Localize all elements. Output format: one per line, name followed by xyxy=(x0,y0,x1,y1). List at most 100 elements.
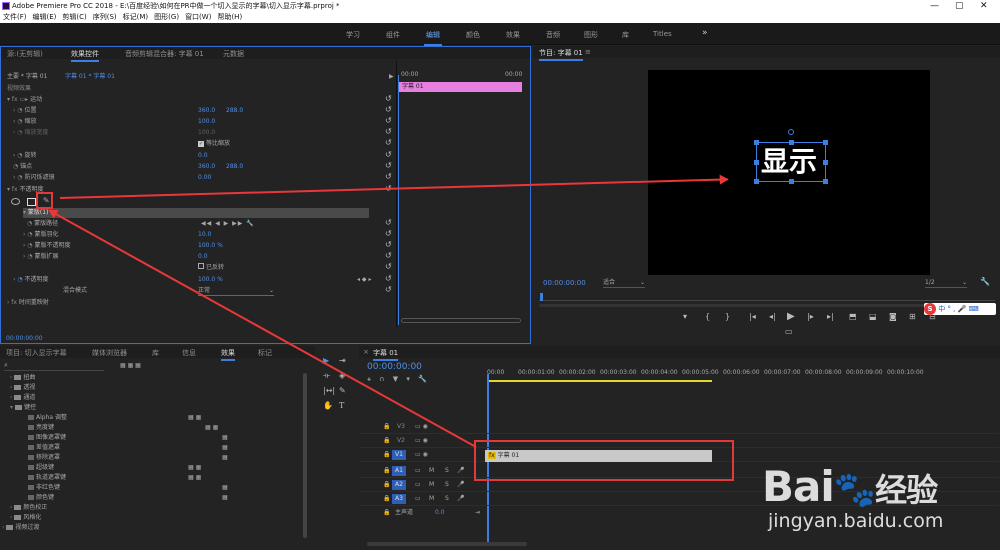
ellipse-mask-icon[interactable] xyxy=(11,198,20,205)
blend-mode-dropdown[interactable]: 正常 ⌄ xyxy=(198,286,274,296)
anchor-y-value[interactable]: 288.0 xyxy=(226,162,243,172)
tab-sequence[interactable]: 字幕 01 xyxy=(373,348,399,361)
menu-sequence[interactable]: 序列(S) xyxy=(90,13,120,21)
voice-over-icon[interactable]: 🎤 xyxy=(457,480,464,490)
reset-icon[interactable]: ↺ xyxy=(385,285,392,294)
menu-window[interactable]: 窗口(W) xyxy=(182,13,214,21)
add-marker-icon[interactable]: ▾ xyxy=(683,312,687,321)
resize-handle[interactable] xyxy=(754,179,759,184)
tab-effect-controls[interactable]: 效果控件 xyxy=(71,49,99,62)
mask-row[interactable]: ▾ 蒙版(1) xyxy=(23,208,369,218)
lock-icon[interactable]: 🔒 xyxy=(383,480,390,490)
caption-text[interactable]: 显示 xyxy=(761,145,817,179)
tree-item[interactable]: 亮度键 xyxy=(28,423,54,433)
effects-filter-icons[interactable]: ▦ ▦ ▦ xyxy=(120,361,141,371)
minimize-icon[interactable]: — xyxy=(930,0,939,12)
menu-markers[interactable]: 标记(M) xyxy=(120,13,152,21)
motion-effect-row[interactable]: ▾ fx ▭▸ 运动 xyxy=(7,95,42,105)
lock-icon[interactable]: 🔒 xyxy=(383,422,390,432)
lock-icon[interactable]: 🔒 xyxy=(383,436,390,446)
toggle-output-icon[interactable]: ▭ ◉ xyxy=(415,450,428,460)
ec-clip-bar[interactable]: 字幕 01 xyxy=(399,82,522,92)
program-title[interactable]: 节目: 字幕 01 xyxy=(539,48,583,61)
reset-icon[interactable]: ↺ xyxy=(385,94,392,103)
workspace-more-icon[interactable]: » xyxy=(702,28,708,38)
mask-feather-value[interactable]: 10.0 xyxy=(198,230,211,240)
lock-icon[interactable]: 🔒 xyxy=(383,450,390,460)
solo-button[interactable]: S xyxy=(445,480,449,490)
voice-over-icon[interactable]: 🎤 xyxy=(457,466,464,476)
mask-expansion-value[interactable]: 0.0 xyxy=(198,252,208,262)
tab-metadata[interactable]: 元数据 xyxy=(223,49,244,59)
step-forward-icon[interactable]: |▸ xyxy=(807,312,814,321)
mark-out-icon[interactable]: } xyxy=(725,312,730,321)
workspace-learning[interactable]: 学习 xyxy=(346,30,360,40)
program-video-frame[interactable]: 显示 xyxy=(648,70,930,275)
workspace-titles[interactable]: Titles xyxy=(653,30,672,38)
track-select-tool-icon[interactable]: ⇥ xyxy=(339,356,346,365)
tab-project[interactable]: 项目: 切入显示字幕 xyxy=(6,348,67,358)
track-label[interactable]: V3 xyxy=(397,422,405,432)
tree-item[interactable]: › 通道 xyxy=(10,393,35,403)
resize-handle[interactable] xyxy=(754,160,759,165)
sequence-clip-selector[interactable]: 字幕 01 * 字幕 01 xyxy=(65,72,115,82)
track-label[interactable]: A1 xyxy=(392,466,406,476)
tree-item[interactable]: 差值遮罩 xyxy=(28,443,60,453)
toggle-output-icon[interactable]: ▭ ◉ xyxy=(415,422,428,432)
sync-lock-icon[interactable]: ▭ xyxy=(415,466,421,476)
reset-icon[interactable]: ↺ xyxy=(385,116,392,125)
rotation-value[interactable]: 0.0 xyxy=(198,151,208,161)
workspace-graphics[interactable]: 图形 xyxy=(584,30,598,40)
tree-item[interactable]: › 颜色校正 xyxy=(10,503,47,513)
pen-tool-icon[interactable]: ✎ xyxy=(339,386,346,395)
opacity-value[interactable]: 100.0 % xyxy=(198,275,223,285)
mask-path-tracking-controls[interactable]: ◀◀ ◀ ▶ ▶▶ 🔧 xyxy=(201,219,255,229)
anchor-x-value[interactable]: 360.0 xyxy=(198,162,215,172)
menu-file[interactable]: 文件(F) xyxy=(0,13,30,21)
menu-graphics[interactable]: 图形(G) xyxy=(151,13,182,21)
tab-markers[interactable]: 标记 xyxy=(258,348,272,358)
voice-over-icon[interactable]: 🎤 xyxy=(457,494,464,504)
close-sequence-icon[interactable]: × xyxy=(363,348,369,356)
reset-icon[interactable]: ↺ xyxy=(385,240,392,249)
export-frame-icon[interactable]: ◙ xyxy=(889,312,897,321)
tree-item[interactable]: 颜色键 xyxy=(28,493,54,503)
mark-in-icon[interactable]: { xyxy=(705,312,710,321)
program-menu-icon[interactable]: ≡ xyxy=(585,48,591,56)
workspace-audio[interactable]: 音频 xyxy=(546,30,560,40)
reset-icon[interactable]: ↺ xyxy=(385,105,392,114)
step-back-icon[interactable]: ◂| xyxy=(769,312,776,321)
tab-source[interactable]: 源:(无剪辑) xyxy=(7,49,43,59)
program-timecode[interactable]: 00:00:00:00 xyxy=(543,278,586,288)
work-area-bar[interactable] xyxy=(487,380,712,382)
go-to-in-icon[interactable]: |◂ xyxy=(749,312,756,321)
effects-search-input[interactable]: ⌕ xyxy=(4,361,104,371)
reset-icon[interactable]: ↺ xyxy=(385,150,392,159)
play-button[interactable]: ▶ xyxy=(787,311,795,322)
inverted-checkbox[interactable]: 已反转 xyxy=(198,263,224,273)
tab-effects[interactable]: 效果 xyxy=(221,348,235,361)
ripple-edit-tool-icon[interactable]: ⟛ xyxy=(323,371,330,381)
sogou-ime-icon[interactable]: S xyxy=(924,303,936,315)
workspace-effects[interactable]: 效果 xyxy=(506,30,520,40)
ime-status[interactable]: 中 ° , 🎤 ⌨ xyxy=(938,305,978,313)
insert-icon[interactable]: ⊞ xyxy=(909,312,916,321)
track-label[interactable]: V2 xyxy=(397,436,405,446)
menu-help[interactable]: 帮助(H) xyxy=(214,13,245,21)
reset-icon[interactable]: ↺ xyxy=(385,262,392,271)
sync-lock-icon[interactable]: ▭ xyxy=(415,480,421,490)
sync-lock-icon[interactable]: ▭ xyxy=(415,494,421,504)
reset-icon[interactable]: ↺ xyxy=(385,274,392,283)
slip-tool-icon[interactable]: |↔| xyxy=(323,386,335,395)
track-label[interactable]: V1 xyxy=(392,450,406,460)
go-to-out-icon[interactable]: ▸| xyxy=(827,312,834,321)
go-to-end-icon[interactable]: ⇥ xyxy=(475,508,480,518)
tree-item[interactable]: 图像遮罩键 xyxy=(28,433,66,443)
effects-scrollbar[interactable] xyxy=(303,373,307,538)
rectangle-mask-icon[interactable] xyxy=(26,197,36,206)
tab-media-browser[interactable]: 媒体浏览器 xyxy=(92,348,127,358)
timeline-horizontal-scrollbar[interactable] xyxy=(367,542,527,546)
reset-icon[interactable]: ↺ xyxy=(385,251,392,260)
mute-button[interactable]: M xyxy=(429,494,434,504)
reset-icon[interactable]: ↺ xyxy=(385,229,392,238)
